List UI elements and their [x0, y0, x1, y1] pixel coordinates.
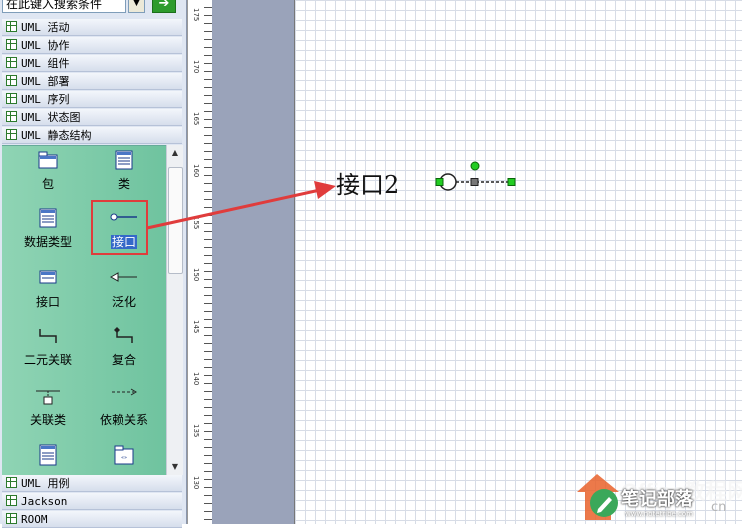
- more-shape-icon: «»: [94, 444, 154, 466]
- more-shape-icon: [18, 444, 78, 466]
- interface-box-icon: [18, 268, 78, 290]
- stencil-icon: [6, 111, 17, 122]
- stencil-icon: [6, 39, 17, 50]
- arrow-right-icon: ➔: [158, 0, 170, 11]
- watermark: Office教程网 笔记部落 www.notetribe.com cn: [575, 470, 742, 524]
- stencil-icon: [6, 57, 17, 68]
- shapes-scrollbar[interactable]: ▲ ▼: [166, 145, 183, 475]
- watermark-suffix: cn: [711, 500, 727, 515]
- selection-handle[interactable]: [435, 178, 444, 186]
- shape-binary-association[interactable]: 二元关联: [18, 326, 78, 368]
- stencil-icon: [6, 495, 17, 506]
- selection-handle[interactable]: [507, 178, 516, 186]
- shape-class[interactable]: 类: [94, 150, 154, 192]
- stencil-uml-deployment[interactable]: UML 部署: [2, 73, 182, 90]
- highlight-box: [91, 200, 148, 255]
- shape-composition[interactable]: 复合: [94, 326, 154, 368]
- stencil-uml-collaboration[interactable]: UML 协作: [2, 37, 182, 54]
- package-icon: [18, 150, 78, 172]
- rotation-handle[interactable]: [470, 161, 480, 171]
- dependency-icon: [94, 386, 154, 408]
- stencil-jackson[interactable]: Jackson: [2, 493, 182, 510]
- shape-package[interactable]: 包: [18, 150, 78, 192]
- shape-datatype[interactable]: 数据类型: [18, 208, 78, 250]
- class-icon: [94, 150, 154, 172]
- shape-more-2[interactable]: «»: [94, 444, 154, 466]
- stencil-icon: [6, 21, 17, 32]
- interface-shape-label[interactable]: 接口2: [336, 165, 399, 200]
- stencil-uml-activity[interactable]: UML 活动: [2, 19, 182, 36]
- stencil-uml-sequence[interactable]: UML 序列: [2, 91, 182, 108]
- stencil-icon: [6, 513, 17, 524]
- scroll-up-arrow-icon[interactable]: ▲: [167, 145, 183, 161]
- shape-generalization[interactable]: 泛化: [94, 268, 154, 310]
- stencil-uml-component[interactable]: UML 组件: [2, 55, 182, 72]
- scroll-thumb[interactable]: [168, 167, 183, 274]
- stencil-uml-statechart[interactable]: UML 状态图: [2, 109, 182, 126]
- stencil-uml-use-case[interactable]: UML 用例: [2, 475, 182, 492]
- stencil-icon: [6, 129, 17, 140]
- generalization-icon: [94, 268, 154, 290]
- stencil-icon: [6, 93, 17, 104]
- stencil-icon: [6, 477, 17, 488]
- datatype-icon: [18, 208, 78, 230]
- shape-dependency[interactable]: 依赖关系: [94, 386, 154, 428]
- stencil-uml-static-structure[interactable]: UML 静态结构: [2, 127, 182, 144]
- stencil-shapes-area: 包 类 数据类型 接口 接口 泛化 二元关联 复合 关联类 依赖关系 «»: [2, 145, 166, 476]
- interface-shape[interactable]: [430, 158, 520, 194]
- stencil-room[interactable]: ROOM: [2, 511, 182, 528]
- drawing-page[interactable]: [294, 0, 742, 524]
- svg-text:«»: «»: [121, 455, 127, 461]
- canvas-margin: [212, 0, 294, 524]
- vertical-ruler: 175 170 165 160 155 150 145 140 135 130: [187, 0, 213, 524]
- shape-interface-box[interactable]: 接口: [18, 268, 78, 310]
- association-class-icon: [18, 386, 78, 408]
- shape-association-class[interactable]: 关联类: [18, 386, 78, 428]
- shape-more-1[interactable]: [18, 444, 78, 466]
- binary-association-icon: [18, 326, 78, 348]
- search-input[interactable]: 在此键入搜索条件: [2, 0, 126, 13]
- composition-icon: [94, 326, 154, 348]
- stencil-icon: [6, 75, 17, 86]
- scroll-down-arrow-icon[interactable]: ▼: [167, 459, 183, 475]
- shapes-panel: 在此键入搜索条件 ▼ ➔ UML 活动 UML 协作 UML 组件 UML 部署…: [0, 0, 187, 528]
- watermark-name: 笔记部落: [621, 489, 693, 510]
- selection-handle[interactable]: [470, 178, 479, 186]
- search-go-button[interactable]: ➔: [152, 0, 176, 13]
- search-dropdown-button[interactable]: ▼: [128, 0, 145, 13]
- watermark-url: www.notetribe.com: [625, 510, 694, 518]
